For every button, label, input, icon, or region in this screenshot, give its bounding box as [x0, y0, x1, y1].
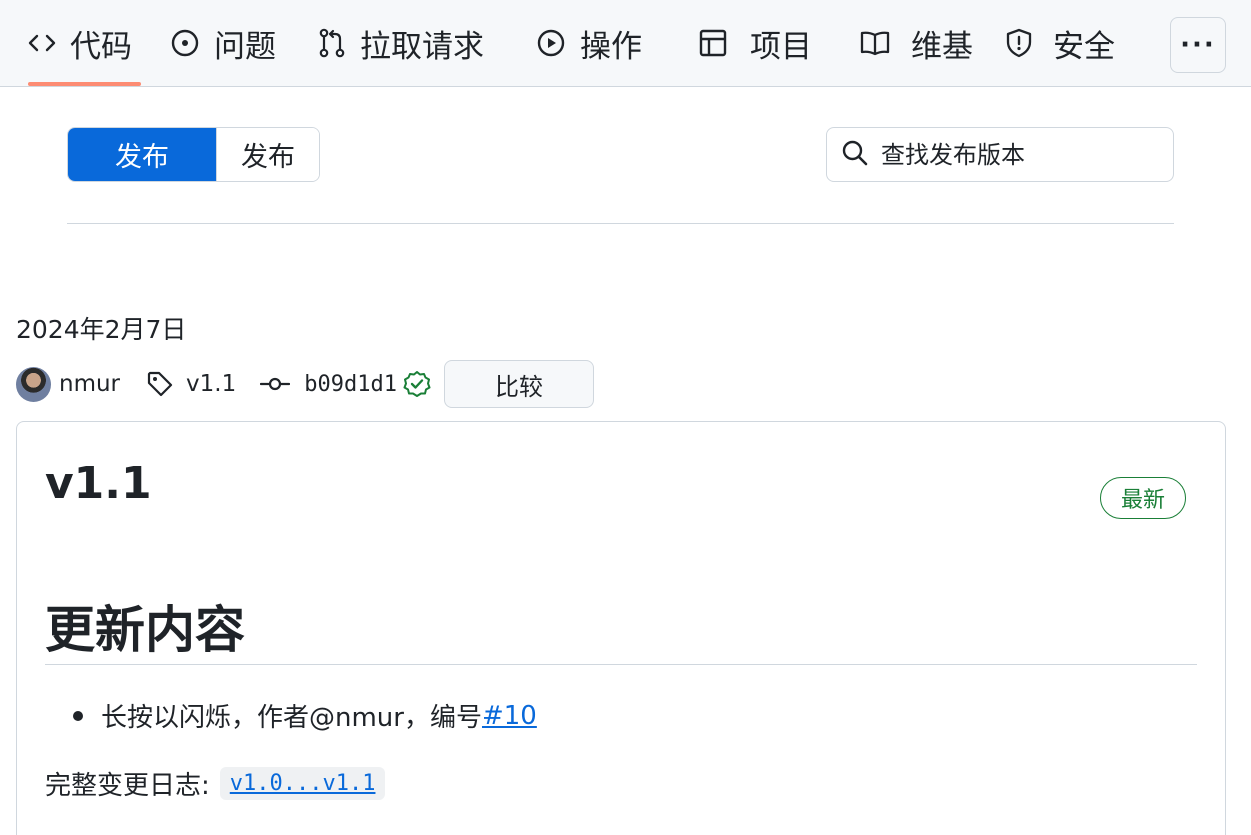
- author-name: nmur: [59, 371, 121, 397]
- verified-icon: [403, 370, 431, 398]
- tab-label: 拉取请求: [360, 28, 484, 65]
- tab-actions[interactable]: 操作: [536, 0, 642, 86]
- table-icon: [698, 28, 728, 58]
- compare-button[interactable]: 比较: [444, 360, 594, 408]
- repo-nav: 代码 问题 拉取请求 操作 项目 维基 安全 ···: [0, 0, 1251, 87]
- divider: [67, 223, 1174, 224]
- author-link[interactable]: nmur: [16, 366, 121, 402]
- kebab-horizontal-icon: ···: [1180, 30, 1216, 60]
- tab-wiki[interactable]: 维基: [859, 0, 973, 86]
- issue-opened-icon: [170, 28, 200, 58]
- play-icon: [536, 28, 566, 58]
- commit-link[interactable]: b09d1d1: [260, 370, 431, 398]
- release-meta: nmur v1.1 b09d1d1: [16, 360, 431, 408]
- book-icon: [859, 29, 891, 57]
- tags-button[interactable]: 发布: [216, 128, 319, 181]
- tag-label: v1.1: [186, 371, 237, 397]
- heading-rule: [45, 664, 1197, 665]
- tab-code[interactable]: 代码: [28, 0, 141, 86]
- tab-projects[interactable]: 项目: [698, 0, 812, 86]
- tab-label: 项目: [750, 28, 812, 65]
- releases-tags-toggle: 发布 发布: [67, 127, 320, 182]
- tab-label: 安全: [1053, 28, 1115, 65]
- tab-issues[interactable]: 问题: [170, 0, 276, 86]
- search-input[interactable]: [881, 140, 1151, 169]
- tab-label: 问题: [214, 28, 276, 65]
- releases-button[interactable]: 发布: [68, 128, 216, 181]
- changelog-compare-link[interactable]: v1.0...v1.1: [219, 767, 386, 800]
- full-changelog-label: 完整变更日志:: [45, 771, 210, 801]
- release-date: 2024年2月7日: [16, 315, 187, 344]
- change-text: 长按以闪烁，作者@nmur，编号: [101, 703, 482, 733]
- git-pull-request-icon: [318, 28, 346, 58]
- tag-link[interactable]: v1.1: [146, 370, 236, 398]
- tab-label: 维基: [911, 28, 973, 65]
- bullet-dot: [73, 710, 83, 721]
- release-title[interactable]: v1.1: [45, 458, 152, 509]
- tab-label: 操作: [580, 28, 642, 65]
- pr-link[interactable]: #10: [482, 701, 537, 731]
- full-changelog: 完整变更日志: v1.0...v1.1: [45, 765, 386, 802]
- tab-label: 代码: [70, 28, 132, 65]
- release-card: v1.1 最新 更新内容 长按以闪烁，作者@nmur，编号 #10 完整变更日志…: [16, 421, 1226, 835]
- release-search[interactable]: [826, 127, 1174, 182]
- shield-icon: [1005, 27, 1033, 59]
- tag-icon: [146, 370, 174, 398]
- commit-sha: b09d1d1: [304, 371, 397, 397]
- latest-badge: 最新: [1100, 477, 1186, 519]
- tab-security[interactable]: 安全: [1005, 0, 1115, 86]
- avatar: [16, 366, 51, 402]
- git-commit-icon: [260, 374, 291, 394]
- search-icon: [841, 139, 869, 171]
- code-icon: [28, 33, 56, 53]
- more-options-button[interactable]: ···: [1170, 17, 1226, 73]
- whats-changed-heading: 更新内容: [45, 601, 245, 659]
- list-item: 长按以闪烁，作者@nmur，编号 #10: [73, 697, 537, 734]
- tab-pull-requests[interactable]: 拉取请求: [318, 0, 484, 86]
